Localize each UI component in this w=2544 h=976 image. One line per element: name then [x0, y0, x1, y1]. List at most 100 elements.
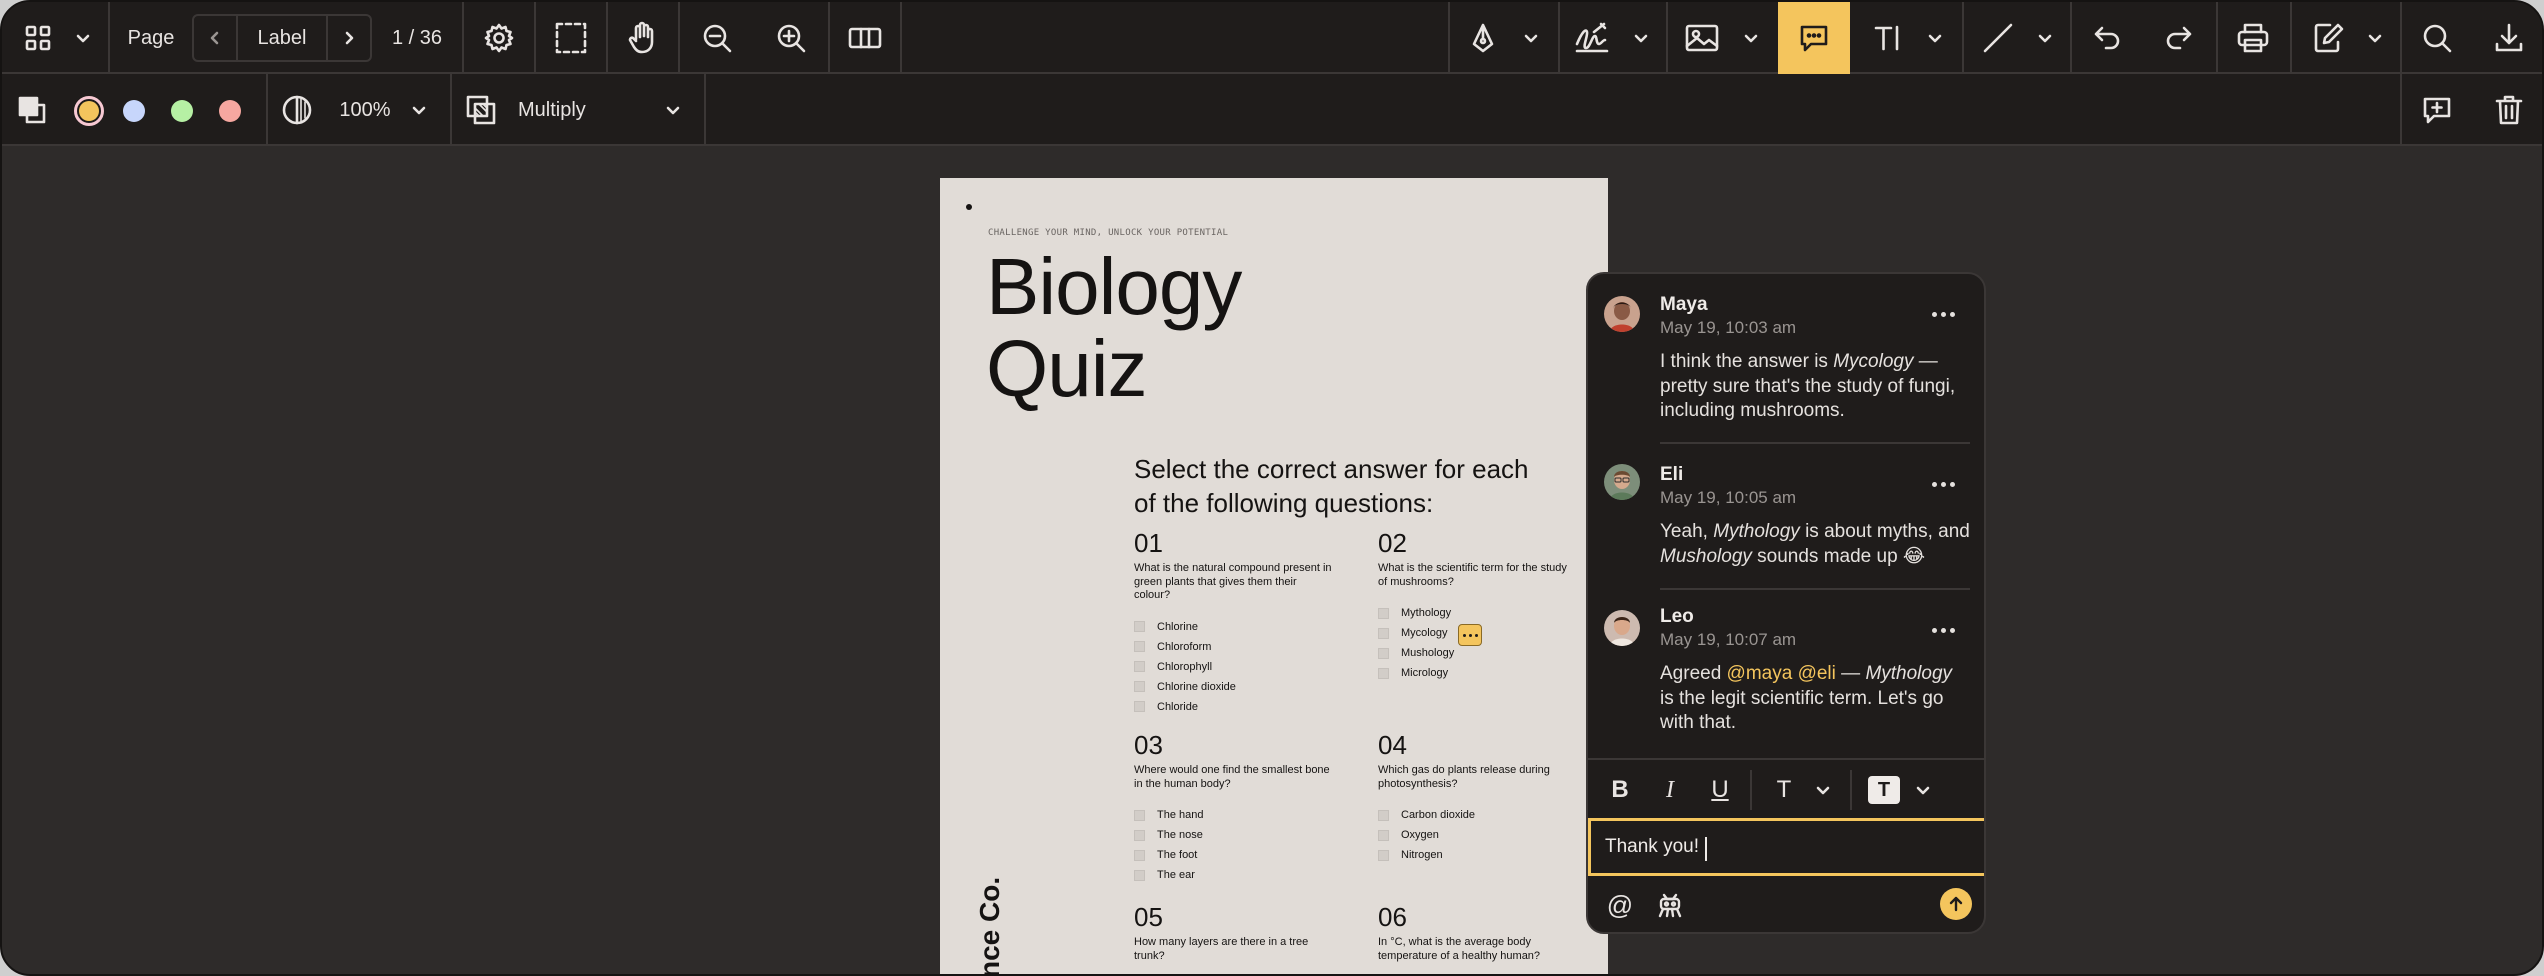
- comment-input[interactable]: [1605, 829, 1965, 865]
- trash-icon[interactable]: [2474, 74, 2542, 146]
- instructions: Select the correct answer for each of th…: [1134, 454, 1529, 518]
- signature-options-chevron-icon[interactable]: [1626, 2, 1656, 74]
- answer-option[interactable]: Chlorophyll: [1134, 657, 1334, 677]
- marquee-select-icon[interactable]: [536, 2, 606, 74]
- checkbox[interactable]: [1134, 621, 1145, 632]
- text-style-button[interactable]: T: [1764, 760, 1804, 820]
- checkbox[interactable]: [1134, 869, 1145, 881]
- checkbox[interactable]: [1134, 701, 1145, 712]
- checkbox[interactable]: [1378, 647, 1389, 659]
- avatar[interactable]: [1604, 296, 1640, 332]
- opacity-icon[interactable]: [276, 74, 318, 146]
- answer-option[interactable]: The ear: [1134, 865, 1334, 885]
- bold-button[interactable]: B: [1600, 760, 1640, 820]
- comment-body: I think the answer is Mycology — pretty …: [1660, 351, 1956, 421]
- swatch-blue[interactable]: [123, 100, 145, 122]
- add-comment-icon[interactable]: [2402, 74, 2472, 146]
- checkbox[interactable]: [1378, 809, 1389, 821]
- search-icon[interactable]: [2402, 2, 2472, 74]
- answer-option[interactable]: Chloroform: [1134, 637, 1334, 657]
- answer-option[interactable]: The foot: [1134, 845, 1334, 865]
- checkbox[interactable]: [1134, 661, 1145, 672]
- zoom-chevron-down-icon[interactable]: [404, 74, 434, 146]
- mention-link[interactable]: @maya: [1727, 663, 1793, 684]
- edit-icon[interactable]: [2300, 2, 2356, 74]
- download-icon[interactable]: [2474, 2, 2542, 74]
- avatar[interactable]: [1604, 610, 1640, 646]
- answer-option-label: Chloride: [1157, 700, 1198, 713]
- text-highlight-button[interactable]: T: [1864, 760, 1904, 820]
- print-icon[interactable]: [2218, 2, 2288, 74]
- checkbox[interactable]: [1134, 641, 1145, 652]
- comment-pin-icon[interactable]: [1458, 624, 1482, 646]
- underline-button[interactable]: U: [1700, 760, 1740, 820]
- undo-icon[interactable]: [2072, 2, 2142, 74]
- swatch-red[interactable]: [219, 100, 241, 122]
- edit-options-chevron-icon[interactable]: [2360, 2, 2390, 74]
- answer-option[interactable]: Chloride: [1134, 697, 1334, 717]
- swatch-green[interactable]: [171, 100, 193, 122]
- answer-option-label: Chlorine dioxide: [1157, 680, 1236, 693]
- hand-icon[interactable]: [608, 2, 678, 74]
- pen-options-chevron-icon[interactable]: [1516, 2, 1546, 74]
- checkbox[interactable]: [1378, 849, 1389, 861]
- next-page-button[interactable]: [326, 14, 372, 62]
- italic-button[interactable]: I: [1650, 760, 1690, 820]
- text-highlight-chevron-down-icon[interactable]: [1908, 760, 1938, 820]
- image-icon[interactable]: [1674, 2, 1730, 74]
- columns-icon[interactable]: [830, 2, 900, 74]
- checkbox[interactable]: [1134, 809, 1145, 821]
- text-style-chevron-down-icon[interactable]: [1808, 760, 1838, 820]
- question-number: 05: [1134, 902, 1163, 932]
- checkbox[interactable]: [1378, 667, 1389, 679]
- prev-page-button[interactable]: [192, 14, 238, 62]
- answer-option[interactable]: Micrology: [1378, 663, 1578, 683]
- answer-option[interactable]: The nose: [1134, 825, 1334, 845]
- checkbox[interactable]: [1134, 681, 1145, 692]
- avatar[interactable]: [1604, 464, 1640, 500]
- pen-icon[interactable]: [1456, 2, 1510, 74]
- answer-option[interactable]: Mythology: [1378, 603, 1578, 623]
- question-05: 05 How many layers are there in a tree tr…: [1134, 902, 1334, 963]
- checkbox[interactable]: [1378, 627, 1389, 639]
- checkbox[interactable]: [1378, 829, 1389, 841]
- text-tool-icon[interactable]: [1860, 2, 1916, 74]
- line-icon[interactable]: [1968, 2, 2028, 74]
- checkbox[interactable]: [1378, 607, 1389, 619]
- signature-icon[interactable]: [1564, 2, 1620, 74]
- mention-button[interactable]: @: [1600, 876, 1640, 932]
- image-options-chevron-icon[interactable]: [1736, 2, 1766, 74]
- send-button[interactable]: [1940, 888, 1972, 920]
- gear-icon[interactable]: [464, 2, 534, 74]
- blend-mode-icon[interactable]: [460, 74, 502, 146]
- emoji-icon[interactable]: [1650, 876, 1690, 932]
- chevron-down-icon[interactable]: [68, 2, 98, 74]
- zoom-in-icon[interactable]: [756, 2, 826, 74]
- answer-option[interactable]: Mushology: [1378, 643, 1578, 663]
- zoom-out-icon[interactable]: [682, 2, 752, 74]
- mention-link[interactable]: @eli: [1798, 663, 1836, 684]
- answer-option[interactable]: Carbon dioxide: [1378, 805, 1578, 825]
- comment-more-icon[interactable]: [1932, 628, 1955, 633]
- zoom-level[interactable]: 100%: [328, 74, 402, 146]
- blend-mode-select[interactable]: Multiply: [518, 74, 638, 146]
- checkbox[interactable]: [1134, 849, 1145, 861]
- answer-option[interactable]: Chlorine dioxide: [1134, 677, 1334, 697]
- checkbox[interactable]: [1134, 829, 1145, 841]
- answer-option[interactable]: Chlorine: [1134, 617, 1334, 637]
- document-page[interactable]: CHALLENGE YOUR MIND, UNLOCK YOUR POTENTI…: [940, 178, 1608, 974]
- answer-option[interactable]: The hand: [1134, 805, 1334, 825]
- fill-stroke-icon[interactable]: [12, 74, 52, 146]
- comment-icon[interactable]: [1778, 2, 1850, 74]
- blend-mode-chevron-down-icon[interactable]: [658, 74, 688, 146]
- answer-option[interactable]: Nitrogen: [1378, 845, 1578, 865]
- answer-option[interactable]: Oxygen: [1378, 825, 1578, 845]
- text-options-chevron-icon[interactable]: [1920, 2, 1950, 74]
- comment-input-box[interactable]: [1588, 818, 1984, 876]
- comment-more-icon[interactable]: [1932, 312, 1955, 317]
- comment-more-icon[interactable]: [1932, 482, 1955, 487]
- grid-icon[interactable]: [16, 2, 60, 74]
- redo-icon[interactable]: [2144, 2, 2214, 74]
- line-options-chevron-icon[interactable]: [2030, 2, 2060, 74]
- page-label-field[interactable]: Label: [238, 14, 326, 62]
